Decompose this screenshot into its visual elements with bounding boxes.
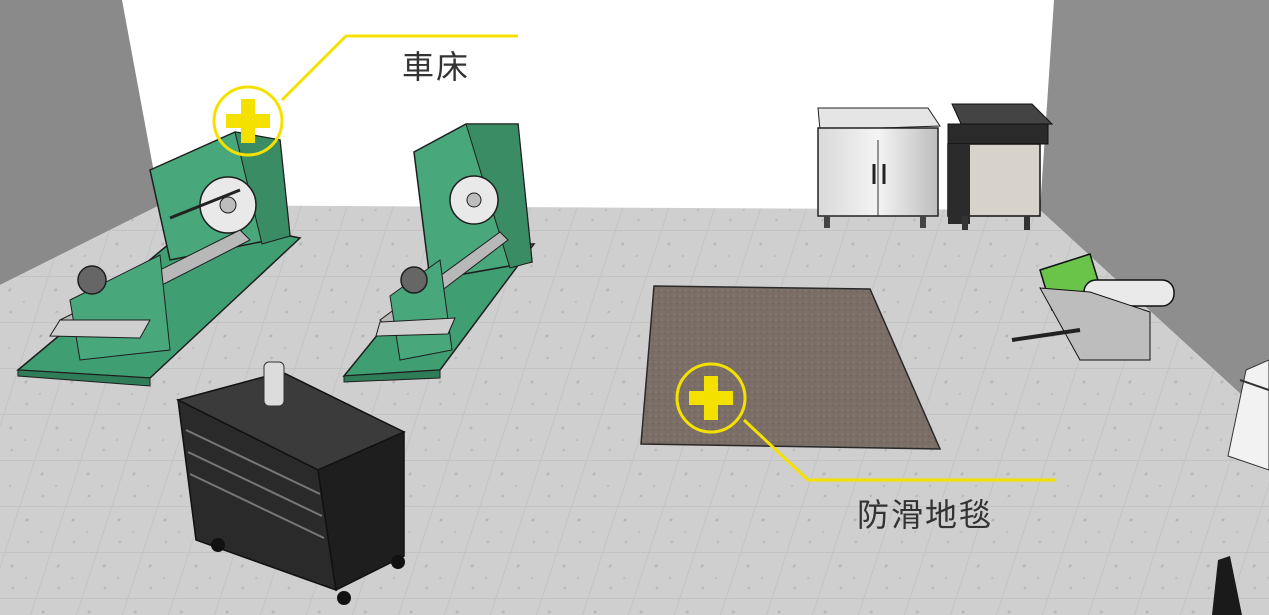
anti-slip-mat-label: 防滑地毯	[857, 496, 994, 534]
lathe-label: 車床	[402, 48, 471, 86]
stove	[947, 103, 1054, 230]
workshop-scene	[0, 0, 1269, 615]
steel-cabinet	[817, 107, 941, 228]
